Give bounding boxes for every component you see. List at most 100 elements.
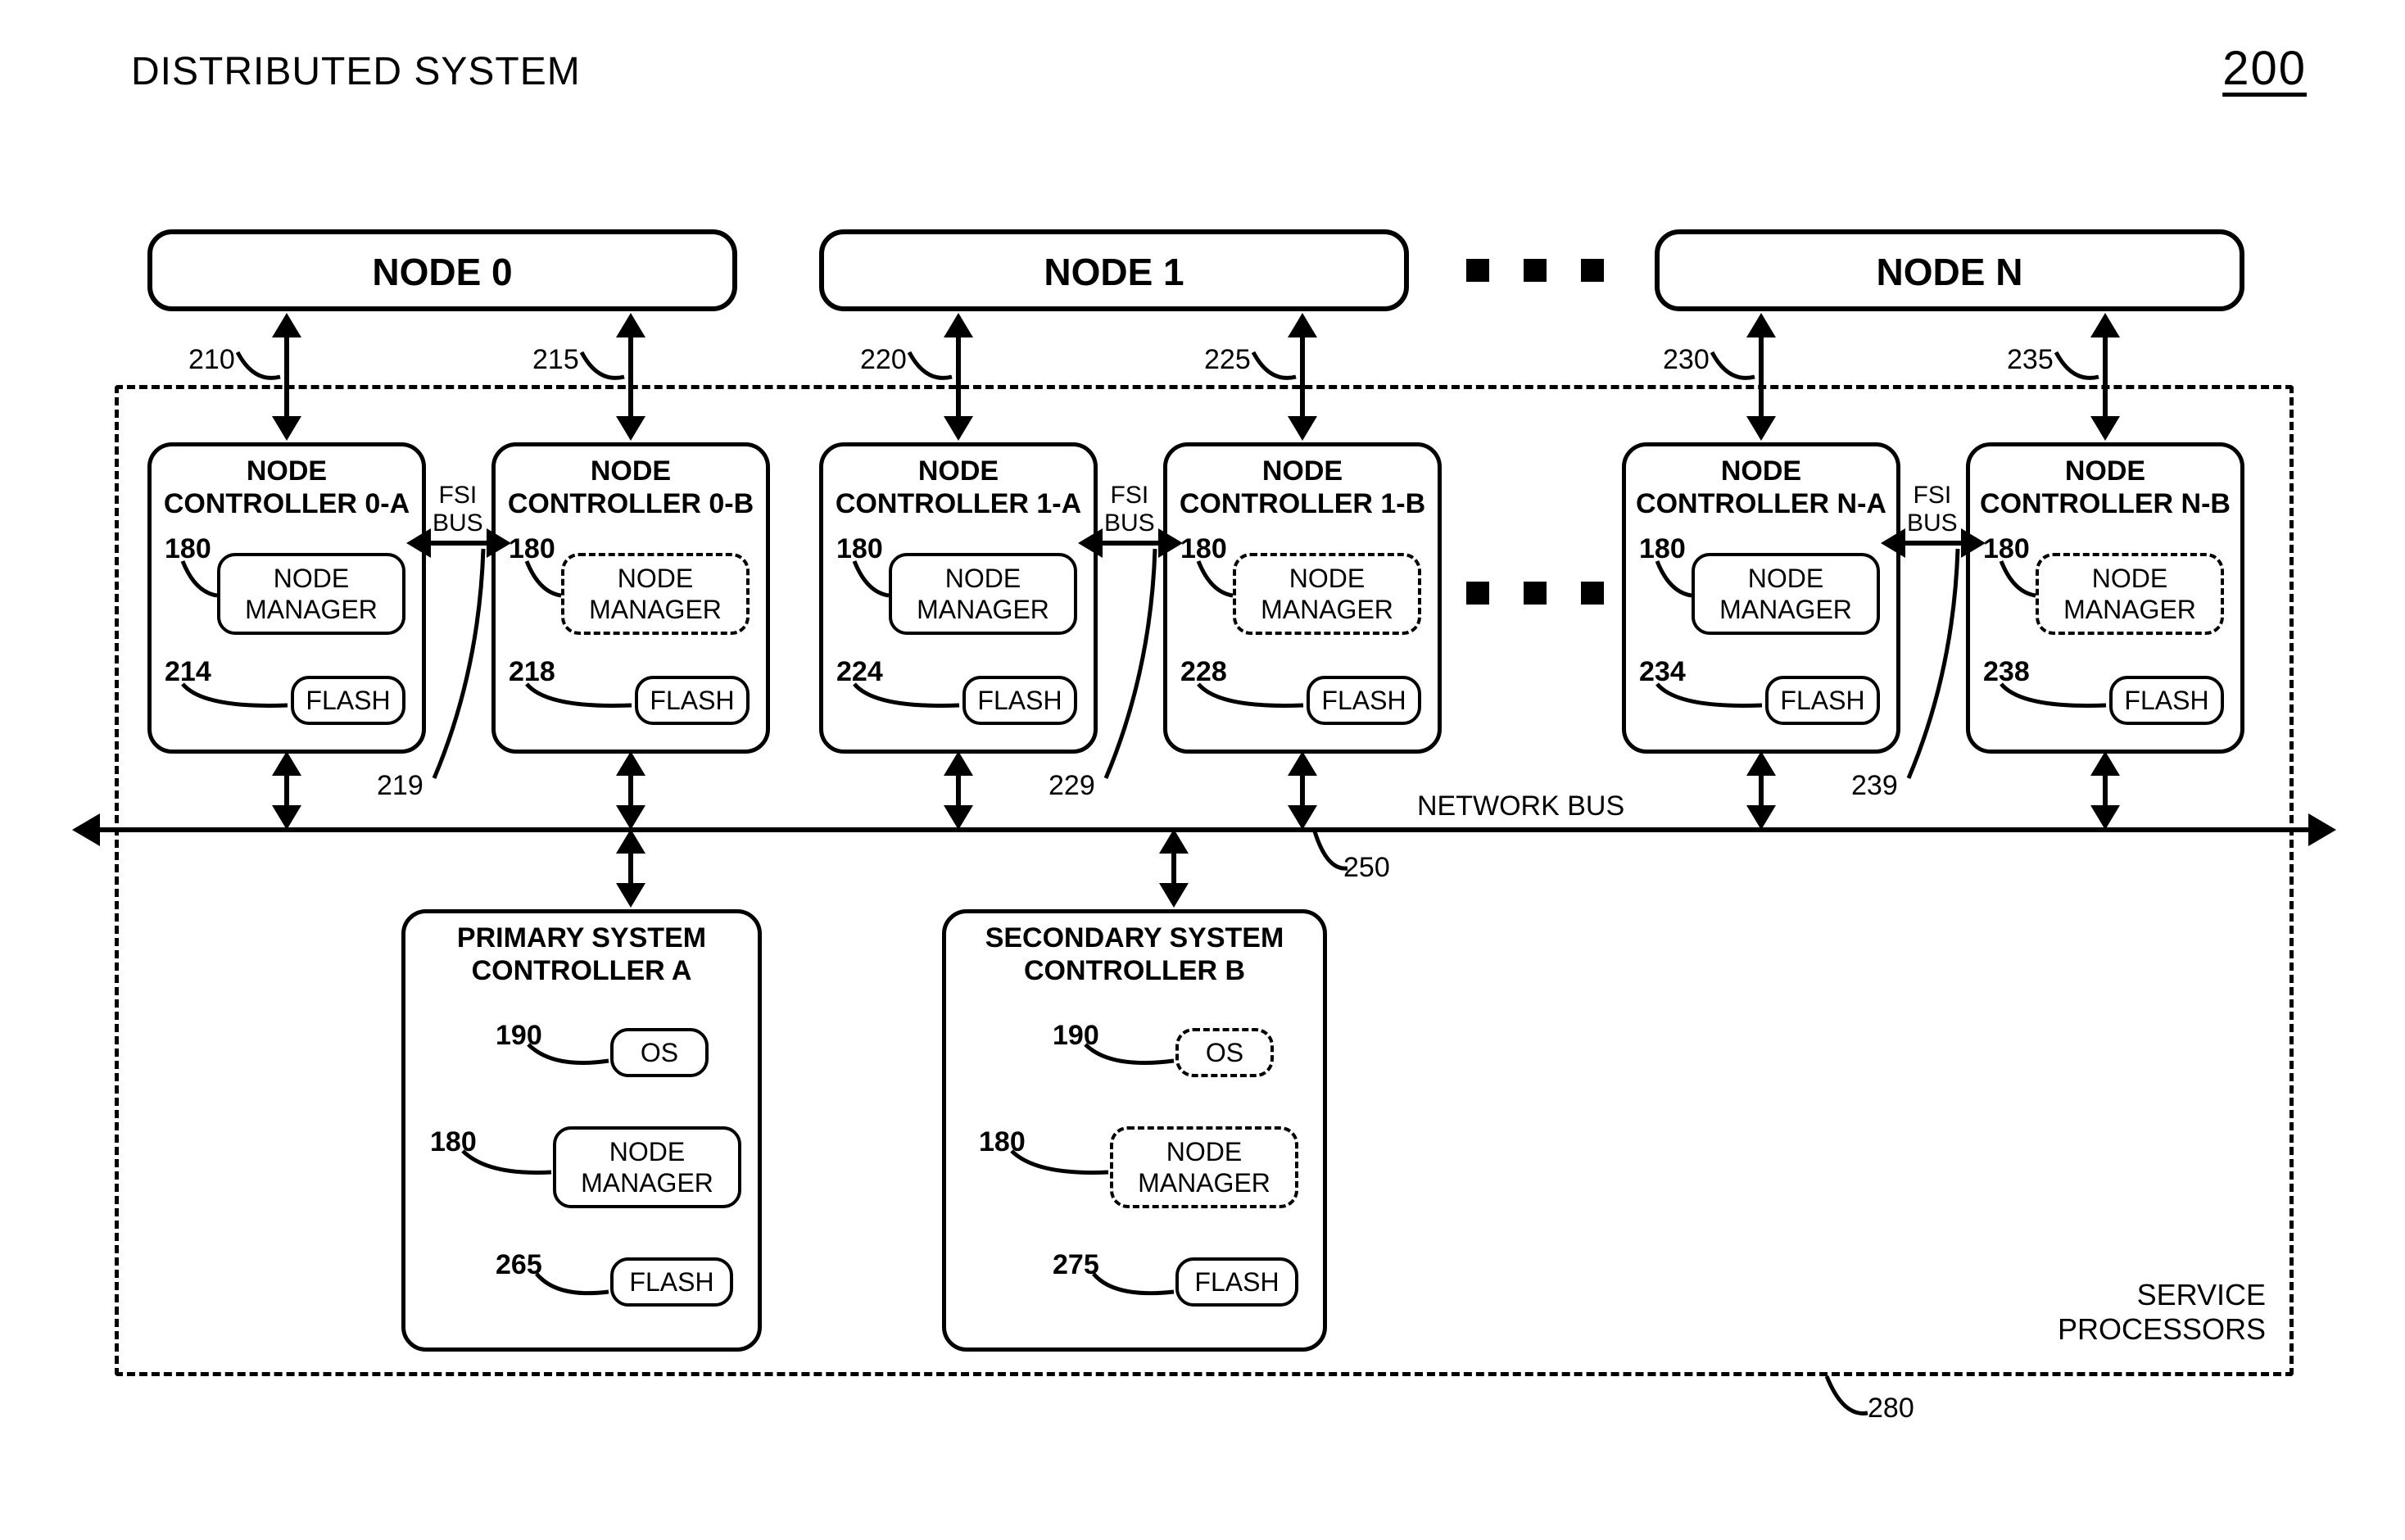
figure-number: 200 (2222, 41, 2307, 96)
ctrl-1a-title-l1: NODE (918, 455, 999, 487)
fsi-l1: FSI (1914, 482, 1952, 509)
lead-sys-b-flash (1094, 1274, 1175, 1307)
arrow-noden-na (1759, 336, 1764, 418)
lead-1b-flash (1198, 684, 1305, 717)
ellipsis-top-dot (1524, 259, 1547, 282)
arrow-ref-230: 230 (1663, 344, 1710, 376)
fsi-bus-n-arrow (1904, 541, 1963, 546)
lead-0b-flash (527, 684, 633, 717)
ctrl-0a-nm: NODE MANAGER (217, 553, 405, 635)
ctrl-na-title-l2: CONTROLLER N-A (1636, 488, 1886, 519)
arrow-node0-0b (628, 336, 633, 418)
sys-a-nm: NODE MANAGER (553, 1126, 741, 1208)
lead-bus (1302, 831, 1352, 881)
lead-sys-b-nm (1012, 1151, 1110, 1184)
node-n: NODE N (1655, 229, 2244, 311)
fsi-bus-1-arrow (1101, 541, 1160, 546)
lead-sys-a-nm (463, 1151, 553, 1184)
arrow-0b-bus (628, 774, 633, 807)
ellipsis-top-dot (1581, 259, 1604, 282)
lead-280 (1814, 1376, 1872, 1425)
service-processors-label: SERVICE PROCESSORS (2058, 1278, 2266, 1347)
fsi-0-ref: 219 (377, 770, 423, 802)
ctrl-0b-title-l2: CONTROLLER 0-B (508, 488, 754, 519)
diagram-title: DISTRIBUTED SYSTEM (131, 49, 581, 94)
lead-220 (909, 352, 954, 389)
network-bus-label: NETWORK BUS (1417, 790, 1624, 822)
sys-b-nm: NODE MANAGER (1110, 1126, 1298, 1208)
arrow-node0-0a (284, 336, 289, 418)
lead-fsi-1 (1106, 549, 1155, 786)
ctrl-0a-flash: FLASH (291, 676, 405, 725)
fsi-n-ref: 239 (1851, 770, 1898, 802)
network-bus-line (98, 827, 2310, 832)
ctrl-na-title-l1: NODE (1721, 455, 1801, 487)
service-label-l2: PROCESSORS (2058, 1312, 2266, 1346)
lead-sys-a-os (528, 1044, 610, 1077)
bus-arrow-right (2308, 813, 2336, 846)
arrow-node1-1b (1300, 336, 1305, 418)
ellipsis-mid-dot (1581, 582, 1604, 605)
ctrl-0a-title-l1: NODE (247, 455, 327, 487)
fsi-l1: FSI (1111, 482, 1149, 509)
fsi-l2: BUS (433, 510, 483, 537)
arrow-ref-210: 210 (188, 344, 235, 376)
arrow-ref-235: 235 (2007, 344, 2054, 376)
sys-b-os: OS (1175, 1028, 1274, 1077)
ctrl-0b-title-l1: NODE (591, 455, 671, 487)
arrow-ref-215: 215 (532, 344, 579, 376)
node-controller-0a: NODE CONTROLLER 0-A NODE MANAGER FLASH 1… (147, 442, 426, 754)
ctrl-nb-nm: NODE MANAGER (2036, 553, 2224, 635)
lead-225 (1253, 352, 1298, 389)
fsi-bus-n-label: FSI BUS (1907, 482, 1958, 537)
lead-1a-flash (854, 684, 961, 717)
lead-1b-nm (1198, 561, 1239, 602)
arrow-1b-bus (1300, 774, 1305, 807)
ctrl-nb-title-l1: NODE (2065, 455, 2145, 487)
node-0: NODE 0 (147, 229, 737, 311)
sys-a-title-l1: PRIMARY SYSTEM (457, 922, 706, 953)
sys-a-title-l2: CONTROLLER A (472, 955, 692, 986)
sys-a-flash: FLASH (610, 1257, 733, 1307)
lead-fsi-n (1909, 549, 1958, 786)
ctrl-1a-title-l2: CONTROLLER 1-A (836, 488, 1081, 519)
lead-1a-nm (854, 561, 895, 602)
ctrl-1a-nm: NODE MANAGER (889, 553, 1077, 635)
node-1: NODE 1 (819, 229, 1409, 311)
ctrl-0b-nm: NODE MANAGER (561, 553, 750, 635)
service-label-l1: SERVICE (2137, 1278, 2266, 1311)
secondary-system-controller-b: SECONDARY SYSTEM CONTROLLER B OS NODE MA… (942, 909, 1327, 1352)
primary-system-controller-a: PRIMARY SYSTEM CONTROLLER A OS NODE MANA… (401, 909, 762, 1352)
ellipsis-top-dot (1466, 259, 1489, 282)
sys-b-flash: FLASH (1175, 1257, 1298, 1307)
ctrl-na-nm: NODE MANAGER (1692, 553, 1880, 635)
lead-na-nm (1657, 561, 1698, 602)
fsi-l1: FSI (439, 482, 478, 509)
sys-a-os: OS (610, 1028, 709, 1077)
node-controller-1b: NODE CONTROLLER 1-B NODE MANAGER FLASH 1… (1163, 442, 1442, 754)
lead-sys-a-flash (537, 1274, 610, 1307)
arrow-na-bus (1759, 774, 1764, 807)
arrow-ref-225: 225 (1204, 344, 1251, 376)
node-controller-1a: NODE CONTROLLER 1-A NODE MANAGER FLASH 1… (819, 442, 1098, 754)
ctrl-nb-flash: FLASH (2109, 676, 2224, 725)
ctrl-1b-title-l1: NODE (1262, 455, 1343, 487)
node-controller-0b: NODE CONTROLLER 0-B NODE MANAGER FLASH 1… (491, 442, 770, 754)
ellipsis-mid-dot (1466, 582, 1489, 605)
ctrl-na-flash: FLASH (1765, 676, 1880, 725)
arrow-ref-220: 220 (860, 344, 907, 376)
arrow-0a-bus (284, 774, 289, 807)
arrow-1a-bus (956, 774, 961, 807)
sys-b-title-l1: SECONDARY SYSTEM (985, 922, 1284, 953)
sys-b-flash-ref: 275 (1053, 1249, 1099, 1281)
fsi-bus-1-label: FSI BUS (1104, 482, 1155, 537)
lead-215 (582, 352, 627, 389)
arrow-noden-nb (2103, 336, 2108, 418)
ctrl-1a-flash: FLASH (962, 676, 1077, 725)
lead-fsi-0 (434, 549, 483, 786)
ctrl-1b-nm: NODE MANAGER (1233, 553, 1421, 635)
fsi-l2: BUS (1104, 510, 1155, 537)
lead-0a-flash (183, 684, 289, 717)
lead-na-flash (1657, 684, 1764, 717)
ctrl-0b-flash: FLASH (635, 676, 750, 725)
